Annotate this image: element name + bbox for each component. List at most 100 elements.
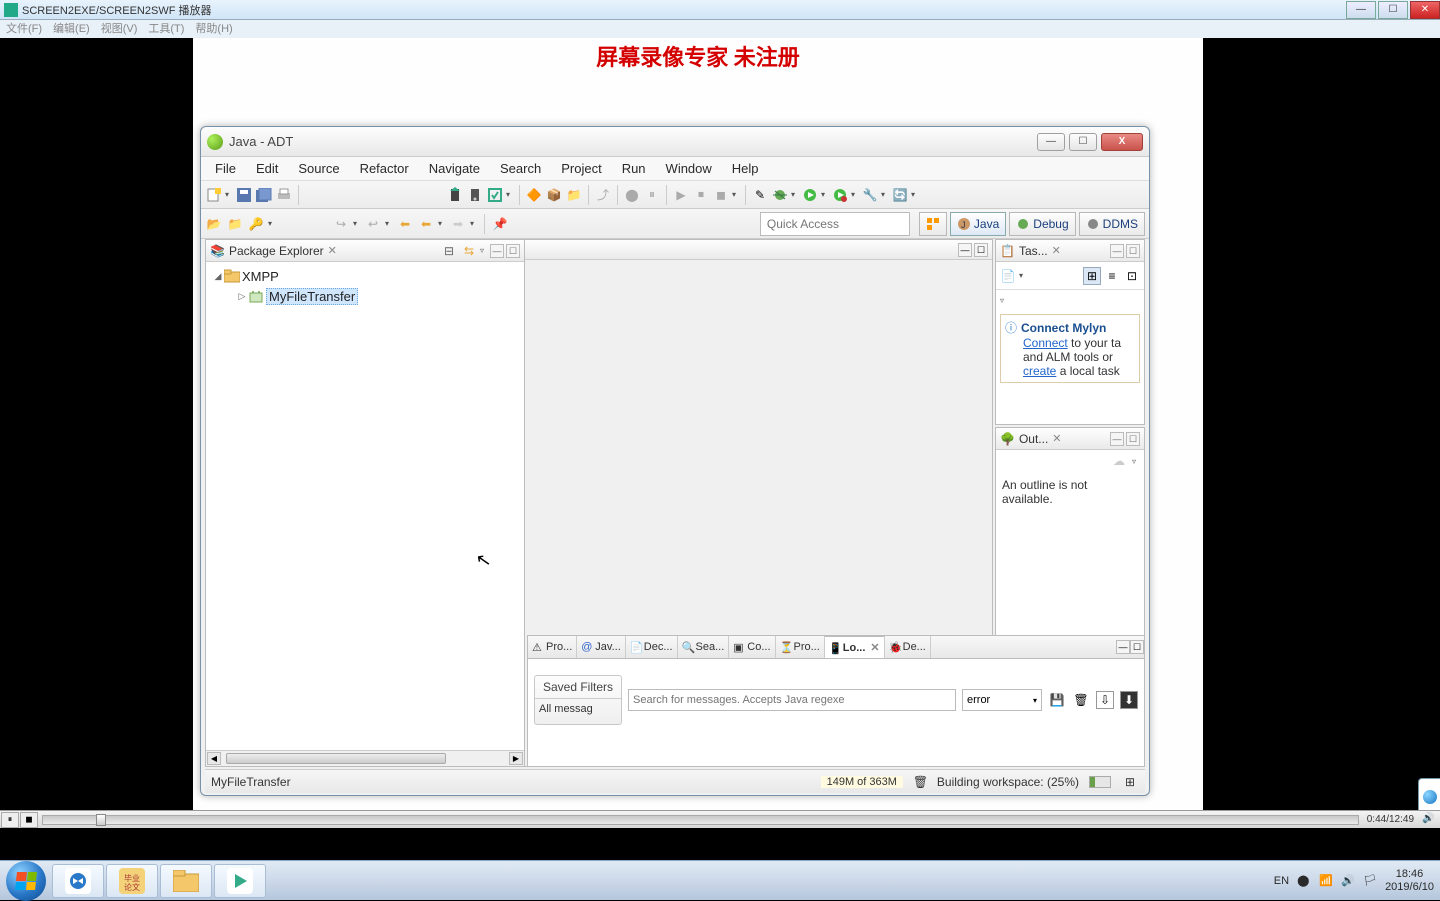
avd-manager-icon[interactable] [466, 186, 484, 204]
status-memory[interactable]: 149M of 363M [821, 776, 903, 788]
start-button[interactable] [6, 861, 46, 901]
horizontal-scrollbar[interactable]: ◀ ▶ [206, 750, 524, 766]
seek-thumb[interactable] [96, 814, 106, 826]
task-maximize-button[interactable]: ☐ [1126, 244, 1140, 258]
new-class-icon[interactable]: 🔶 [525, 186, 543, 204]
new-package-icon[interactable]: 📦 [545, 186, 563, 204]
collapse-arrow-icon[interactable]: ▷ [236, 291, 248, 302]
task-list-tab[interactable]: Tas... [1019, 244, 1048, 258]
wand-icon[interactable]: ✎ [751, 186, 769, 204]
tab-debug[interactable]: 🐞De... [885, 636, 931, 658]
menu-run[interactable]: Run [612, 161, 656, 176]
search-icon[interactable]: 🔑 [247, 215, 265, 233]
minimize-view-button[interactable]: — [490, 244, 504, 258]
open-type-icon[interactable]: ⤴ [594, 186, 612, 204]
menu-file[interactable]: File [205, 161, 246, 176]
subproject-name[interactable]: MyFileTransfer [266, 288, 358, 305]
logcat-search-input[interactable] [628, 689, 956, 711]
tray-flag-icon[interactable]: 🏳 [1363, 874, 1377, 888]
terminate-icon[interactable]: ⏹ [692, 186, 710, 204]
menu-refactor[interactable]: Refactor [350, 161, 419, 176]
menu-window[interactable]: Window [656, 161, 722, 176]
save-all-icon[interactable] [255, 186, 273, 204]
mylyn-create-link[interactable]: create [1023, 364, 1056, 378]
export-log-icon[interactable]: ⬇ [1120, 691, 1138, 709]
mylyn-connect-link[interactable]: Connect [1023, 336, 1068, 350]
menu-source[interactable]: Source [288, 161, 349, 176]
logcat-level-select[interactable]: error▾ [962, 689, 1042, 711]
quick-access-input[interactable] [760, 212, 910, 236]
new-wizard-icon[interactable] [205, 186, 223, 204]
tray-network-icon[interactable]: 📶 [1319, 874, 1333, 888]
tab-declaration[interactable]: 📄Dec... [626, 636, 678, 658]
taskbar-app-2[interactable]: 毕业论文 [106, 864, 158, 898]
outline-focus-icon[interactable]: ☁ [1110, 452, 1128, 470]
player-minimize-button[interactable]: — [1346, 1, 1376, 19]
pin-editor-icon[interactable]: 📌 [491, 215, 509, 233]
player-close-button[interactable]: ✕ [1410, 1, 1440, 19]
taskbar-screen-recorder[interactable] [214, 864, 266, 898]
task-minimize-button[interactable]: — [1110, 244, 1124, 258]
perspective-ddms[interactable]: DDMS [1079, 212, 1145, 236]
dropdown-icon[interactable]: ▾ [225, 190, 233, 199]
run-icon[interactable] [801, 186, 819, 204]
skip-breakpoints-icon[interactable]: ⬤ [623, 186, 641, 204]
outline-maximize-button[interactable]: ☐ [1126, 432, 1140, 446]
categorize-icon[interactable]: ⊞ [1083, 267, 1101, 285]
menu-edit[interactable]: Edit [246, 161, 288, 176]
editor-minimize-button[interactable]: — [958, 243, 972, 257]
external-tools-icon[interactable]: 🔧 [861, 186, 879, 204]
taskbar-clock[interactable]: 18:46 2019/6/10 [1385, 868, 1434, 894]
focus-icon[interactable]: ⊡ [1123, 267, 1141, 285]
clear-log-icon[interactable]: 🗑 [1072, 691, 1090, 709]
print-icon[interactable] [275, 186, 293, 204]
maximize-view-button[interactable]: ☐ [506, 244, 520, 258]
outline-minimize-button[interactable]: — [1110, 432, 1124, 446]
bottom-maximize-button[interactable]: ☐ [1130, 640, 1144, 654]
menu-navigate[interactable]: Navigate [419, 161, 490, 176]
outline-tab[interactable]: Out... [1019, 432, 1048, 446]
debug-icon[interactable] [771, 186, 789, 204]
debug-last-icon[interactable]: ▶ [672, 186, 690, 204]
resume-icon[interactable]: ⏸ [643, 186, 661, 204]
nav-icon[interactable]: ↪ [332, 215, 350, 233]
tab-javadoc[interactable]: @Jav... [577, 636, 625, 658]
tab-search[interactable]: 🔍Sea... [678, 636, 730, 658]
eclipse-titlebar[interactable]: Java - ADT — ☐ X [201, 127, 1149, 157]
expand-arrow-icon[interactable]: ◢ [212, 271, 224, 282]
perspective-debug[interactable]: Debug [1009, 212, 1075, 236]
new-task-icon[interactable]: 📄 [999, 267, 1017, 285]
back-history-icon[interactable]: ⬅ [417, 215, 435, 233]
open-perspective-button[interactable] [919, 212, 947, 236]
bottom-minimize-button[interactable]: — [1116, 640, 1130, 654]
project-name[interactable]: XMPP [242, 269, 279, 284]
seek-track[interactable] [42, 815, 1359, 825]
volume-icon[interactable]: 🔊 [1422, 813, 1436, 827]
player-menubar[interactable]: 文件(F) 编辑(E) 视图(V) 工具(T) 帮助(H) [0, 20, 1440, 38]
stop-button[interactable]: ◼ [20, 812, 38, 828]
disconnect-icon[interactable]: ◼ [712, 186, 730, 204]
collapse-all-icon[interactable]: ⊟ [440, 242, 458, 260]
open-task-icon[interactable]: 📂 [205, 215, 223, 233]
tray-icon-1[interactable]: ⬤ [1297, 874, 1311, 888]
menu-search[interactable]: Search [490, 161, 551, 176]
run-last-icon[interactable] [831, 186, 849, 204]
package-explorer-tab[interactable]: Package Explorer [229, 244, 324, 258]
menu-project[interactable]: Project [551, 161, 611, 176]
language-indicator[interactable]: EN [1274, 875, 1289, 887]
editor-maximize-button[interactable]: ☐ [974, 243, 988, 257]
tab-problems[interactable]: ⚠Pro... [528, 636, 577, 658]
lint-icon[interactable] [486, 186, 504, 204]
scroll-lock-icon[interactable]: ⇩ [1096, 691, 1114, 709]
gc-trash-icon[interactable]: 🗑 [913, 775, 927, 789]
progress-view-icon[interactable]: ⊞ [1121, 773, 1139, 791]
back-icon[interactable]: ⬅ [396, 215, 414, 233]
schedule-icon[interactable]: ≡ [1103, 267, 1121, 285]
refresh-icon[interactable]: 🔄 [891, 186, 909, 204]
close-task-view-icon[interactable]: ✕ [1052, 244, 1061, 257]
taskbar-explorer[interactable] [160, 864, 212, 898]
close-logcat-tab-icon[interactable]: ✕ [870, 641, 879, 654]
saved-filters-panel[interactable]: Saved Filters All messag [534, 675, 622, 725]
tree-child-row[interactable]: ▷ MyFileTransfer [208, 286, 522, 306]
close-view-icon[interactable]: ✕ [328, 244, 337, 257]
